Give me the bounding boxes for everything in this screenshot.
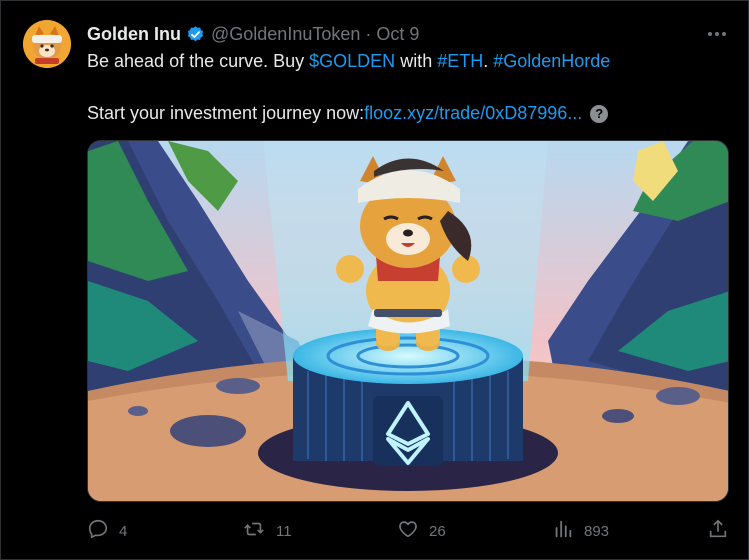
tweet-date[interactable]: Oct 9 <box>376 24 419 45</box>
trade-link[interactable]: flooz.xyz/trade/0xD87996... <box>364 103 582 124</box>
separator-dot: · <box>365 23 372 44</box>
tweet-text: Be ahead of the curve. Buy <box>87 51 310 71</box>
like-icon <box>397 518 419 544</box>
tweet-text: with <box>395 51 438 71</box>
more-icon[interactable] <box>705 24 729 44</box>
share-icon <box>707 518 729 544</box>
verified-badge-icon[interactable] <box>186 25 205 44</box>
reply-icon <box>87 518 109 544</box>
tweet-text: Start your investment journey now: <box>87 103 365 123</box>
reply-count: 4 <box>119 522 128 540</box>
tweet-media-image[interactable] <box>87 140 729 502</box>
reply-button[interactable]: 4 <box>87 518 127 544</box>
views-button[interactable]: 893 <box>552 518 609 544</box>
tweet-text-line-2: Start your investment journey now: flooz… <box>87 103 609 124</box>
avatar[interactable] <box>23 20 71 68</box>
like-count: 26 <box>429 522 446 540</box>
author-handle[interactable]: @GoldenInuToken <box>211 24 360 45</box>
repost-button[interactable]: 11 <box>242 518 292 544</box>
tweet-text: . <box>483 51 494 71</box>
repost-icon <box>242 518 266 544</box>
like-button[interactable]: 26 <box>397 518 446 544</box>
views-icon <box>552 518 574 544</box>
share-button[interactable] <box>707 518 729 544</box>
views-count: 893 <box>584 522 610 540</box>
tweet-header: Golden Inu @GoldenInuToken · Oct 9 <box>87 22 419 46</box>
hashtag-link-eth[interactable]: #ETH <box>437 51 483 71</box>
author-name[interactable]: Golden Inu <box>87 24 181 45</box>
repost-count: 11 <box>276 522 292 540</box>
cashtag-link[interactable]: $GOLDEN <box>309 51 395 71</box>
tweet-actions-bar: 4 11 26 893 <box>87 518 729 544</box>
hashtag-link-goldenhorde[interactable]: #GoldenHorde <box>493 51 610 71</box>
tweet-text-line-1: Be ahead of the curve. Buy $GOLDEN with … <box>87 51 610 72</box>
help-badge-icon[interactable]: ? <box>590 104 609 123</box>
